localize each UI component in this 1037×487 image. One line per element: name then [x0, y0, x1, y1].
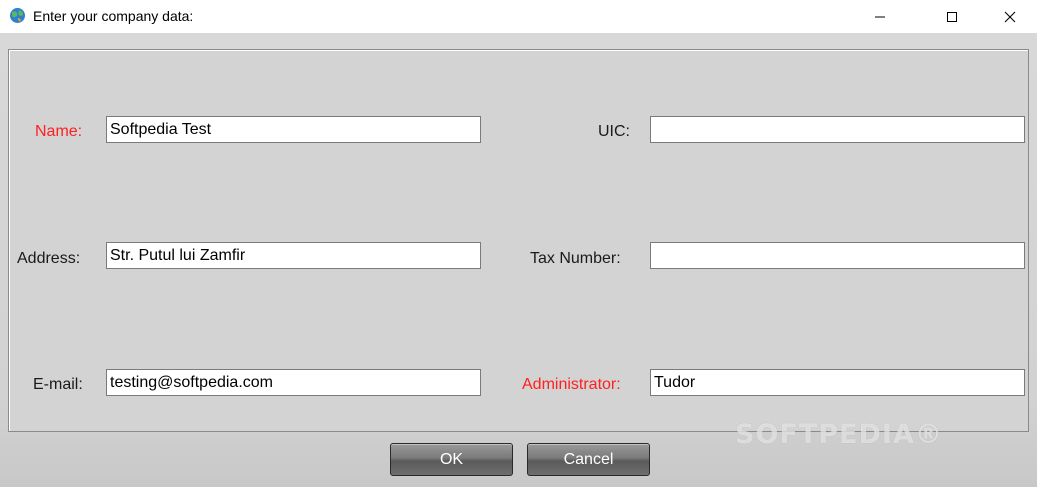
name-field[interactable]	[106, 116, 481, 143]
cancel-button[interactable]: Cancel	[527, 443, 650, 476]
title-bar[interactable]: Enter your company data:	[0, 0, 1037, 33]
minimize-icon	[875, 16, 885, 17]
client-area: Name: Address: E-mail: UIC: Tax Number: …	[0, 33, 1037, 487]
name-label: Name:	[35, 123, 83, 140]
uic-label: UIC:	[598, 123, 630, 140]
globe-icon	[10, 8, 25, 23]
tax-number-label: Tax Number:	[530, 250, 621, 267]
uic-field[interactable]	[650, 116, 1025, 143]
maximize-icon	[947, 11, 957, 22]
close-button[interactable]	[987, 0, 1033, 33]
ok-button[interactable]: OK	[390, 443, 513, 476]
tax-number-field[interactable]	[650, 242, 1025, 269]
watermark: SOFTPEDIA®	[735, 419, 943, 450]
email-label: E-mail:	[33, 376, 83, 393]
form-panel: Name: Address: E-mail: UIC: Tax Number: …	[8, 49, 1029, 432]
administrator-label: Administrator:	[522, 376, 621, 393]
close-icon	[1004, 11, 1016, 22]
administrator-field[interactable]	[650, 369, 1025, 396]
minimize-button[interactable]	[857, 0, 903, 33]
company-data-dialog: Enter your company data: Name: Address:	[0, 0, 1037, 487]
maximize-button[interactable]	[929, 0, 975, 33]
email-field[interactable]	[106, 369, 481, 396]
address-field[interactable]	[106, 242, 481, 269]
window-title: Enter your company data:	[33, 8, 194, 24]
address-label: Address:	[17, 250, 81, 267]
